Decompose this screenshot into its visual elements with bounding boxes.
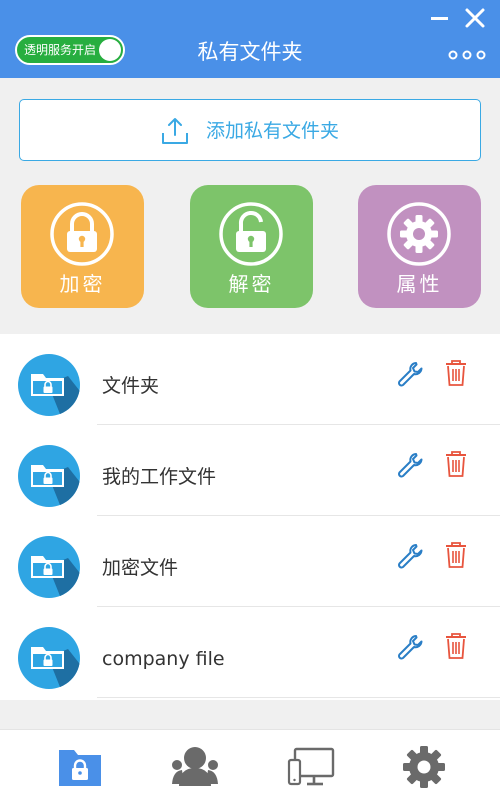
private-folder-icon[interactable] — [56, 744, 104, 790]
app-title: 私有文件夹 — [197, 40, 303, 64]
locked-folder-icon — [18, 445, 80, 507]
folder-name: company file — [102, 648, 225, 670]
wrench-icon[interactable] — [396, 633, 424, 661]
folder-name: 文件夹 — [102, 375, 160, 397]
list-item[interactable]: company file — [0, 607, 500, 698]
transparent-service-toggle[interactable]: 透明服务开启 — [15, 35, 125, 65]
lock-closed-icon — [50, 202, 114, 266]
folder-list: 文件夹 我的工作文件 加密文件 company file — [0, 334, 500, 700]
settings-icon[interactable] — [400, 744, 448, 790]
users-icon[interactable] — [171, 744, 219, 790]
locked-folder-icon — [18, 354, 80, 416]
minimize-icon[interactable] — [430, 8, 450, 28]
add-private-folder-button[interactable]: 添加私有文件夹 — [19, 99, 481, 161]
encrypt-label: 加密 — [59, 272, 106, 296]
trash-icon[interactable] — [445, 450, 467, 478]
devices-icon[interactable] — [287, 744, 335, 790]
locked-folder-icon — [18, 536, 80, 598]
decrypt-button[interactable]: 解密 — [190, 185, 313, 308]
lock-open-icon — [219, 202, 283, 266]
list-item[interactable]: 文件夹 — [0, 334, 500, 425]
toggle-knob — [99, 39, 121, 61]
wrench-icon[interactable] — [396, 451, 424, 479]
properties-button[interactable]: 属性 — [358, 185, 481, 308]
title-bar: 透明服务开启 私有文件夹 — [0, 0, 500, 78]
list-item[interactable]: 加密文件 — [0, 516, 500, 607]
locked-folder-icon — [18, 627, 80, 689]
wrench-icon[interactable] — [396, 360, 424, 388]
trash-icon[interactable] — [445, 541, 467, 569]
gear-icon — [387, 202, 451, 266]
close-icon[interactable] — [463, 6, 487, 30]
folder-name: 加密文件 — [102, 557, 179, 579]
more-icon[interactable] — [447, 46, 487, 64]
trash-icon[interactable] — [445, 632, 467, 660]
wrench-icon[interactable] — [396, 542, 424, 570]
add-folder-label: 添加私有文件夹 — [206, 120, 340, 142]
decrypt-label: 解密 — [228, 272, 275, 296]
divider — [97, 697, 500, 698]
properties-label: 属性 — [396, 272, 443, 296]
bottom-nav — [0, 729, 500, 800]
trash-icon[interactable] — [445, 359, 467, 387]
encrypt-button[interactable]: 加密 — [21, 185, 144, 308]
folder-name: 我的工作文件 — [102, 466, 217, 488]
upload-icon — [160, 116, 190, 146]
toggle-label: 透明服务开启 — [24, 43, 97, 57]
list-item[interactable]: 我的工作文件 — [0, 425, 500, 516]
